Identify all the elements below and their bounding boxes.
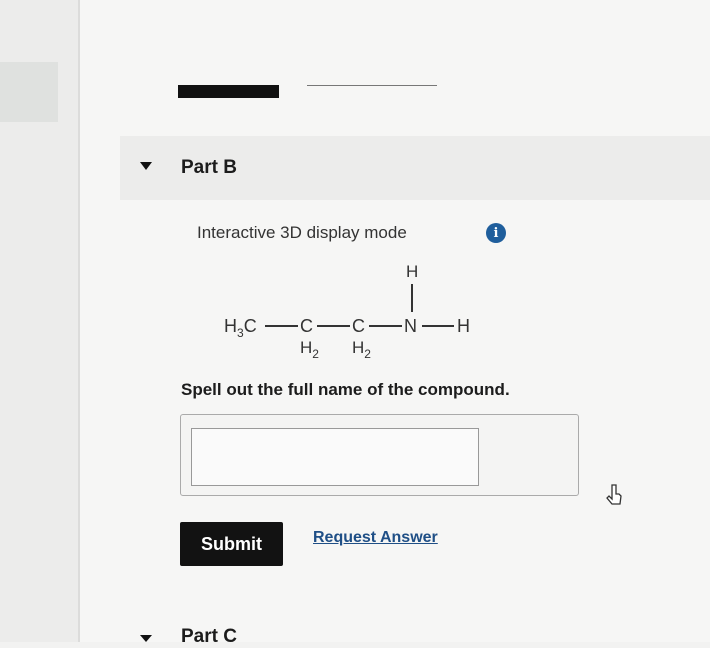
- next-part-title[interactable]: Part C: [181, 626, 237, 648]
- left-panel: [0, 0, 80, 642]
- collapse-caret-icon[interactable]: [140, 162, 152, 170]
- request-answer-link[interactable]: Request Answer: [313, 529, 438, 547]
- atom-c3-h: H2: [352, 338, 371, 361]
- divider-line: [307, 85, 437, 86]
- atom-n: N: [404, 316, 417, 336]
- part-title: Part B: [181, 157, 237, 178]
- info-icon[interactable]: i: [486, 223, 506, 243]
- atom-c2: C: [300, 316, 313, 336]
- left-panel-tab[interactable]: [0, 62, 58, 122]
- atom-c2-h: H2: [300, 338, 319, 361]
- mouse-pointer-icon: [606, 484, 622, 505]
- submit-button[interactable]: Submit: [180, 522, 283, 566]
- next-part-caret-icon[interactable]: [140, 635, 152, 642]
- progress-bar: [178, 85, 279, 98]
- display-mode-label: Interactive 3D display mode: [197, 223, 407, 242]
- structural-formula: H3C C H2 C H2 N H H: [224, 262, 470, 361]
- atom-n-h-top: H: [406, 262, 418, 281]
- atom-c3: C: [352, 316, 365, 336]
- answer-input[interactable]: [191, 428, 479, 486]
- atom-n-h-right: H: [457, 316, 470, 336]
- atom-h3c: H3C: [224, 316, 257, 340]
- question-text: Spell out the full name of the compound.: [181, 380, 510, 399]
